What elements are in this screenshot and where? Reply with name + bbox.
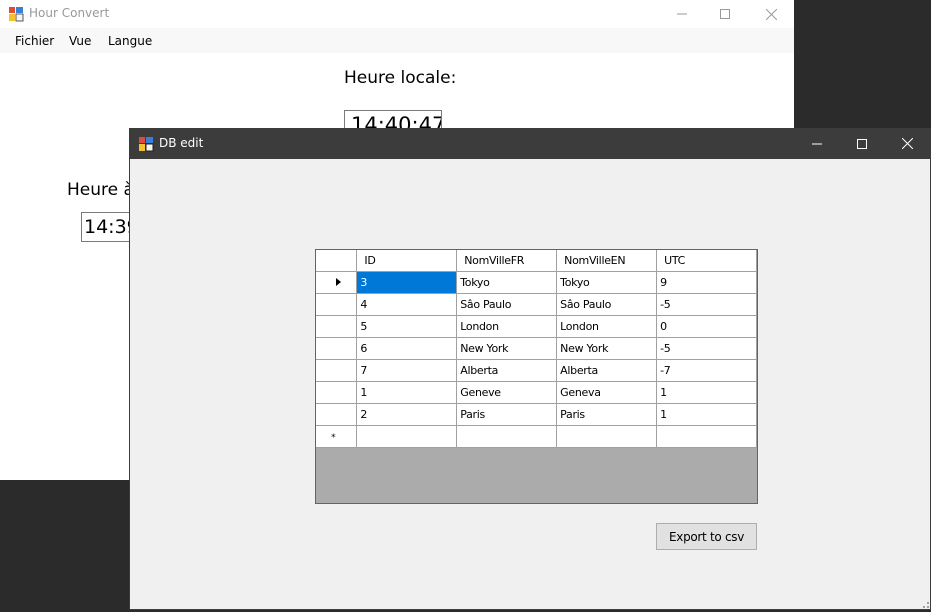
close-button[interactable] xyxy=(884,128,930,159)
column-header-nomvilleen[interactable]: NomVilleEN xyxy=(556,250,658,272)
cell-id[interactable]: 7 xyxy=(356,358,458,382)
cell-id[interactable] xyxy=(356,424,458,448)
export-csv-button[interactable]: Export to csv xyxy=(656,523,757,550)
app-icon xyxy=(9,7,24,22)
hour-convert-titlebar[interactable]: Hour Convert xyxy=(0,0,794,28)
row-header[interactable] xyxy=(316,336,358,360)
data-grid-table: ID NomVilleFR NomVilleEN UTC 3 Tokyo Tok… xyxy=(316,250,757,448)
cell-nomvilleen[interactable]: Sâo Paulo xyxy=(556,292,658,316)
cell-utc[interactable]: 0 xyxy=(656,314,757,338)
data-grid[interactable]: ID NomVilleFR NomVilleEN UTC 3 Tokyo Tok… xyxy=(315,249,758,504)
minimize-icon xyxy=(812,143,822,144)
column-header-nomvillefr[interactable]: NomVilleFR xyxy=(456,250,558,272)
row-header[interactable] xyxy=(316,358,358,382)
close-button[interactable] xyxy=(748,0,794,28)
db-edit-window: DB edit ID NomVilleFR NomVilleEN UTC 3 T… xyxy=(129,128,931,610)
cell-nomvilleen[interactable]: New York xyxy=(556,336,658,360)
row-header[interactable] xyxy=(316,380,358,404)
row-header[interactable] xyxy=(316,270,358,294)
cell-id[interactable]: 2 xyxy=(356,402,458,426)
close-icon xyxy=(765,8,777,20)
cell-nomvillefr[interactable]: Tokyo xyxy=(456,270,558,294)
current-row-icon xyxy=(335,277,341,286)
other-time-label: Heure à xyxy=(67,180,134,200)
cell-id[interactable]: 6 xyxy=(356,336,458,360)
menu-vue[interactable]: Vue xyxy=(69,34,91,48)
table-row[interactable]: 2 Paris Paris 1 xyxy=(316,402,757,426)
column-header-id[interactable]: ID xyxy=(356,250,458,272)
cell-utc[interactable]: -5 xyxy=(656,292,757,316)
cell-utc[interactable] xyxy=(656,424,757,448)
cell-nomvilleen[interactable]: Paris xyxy=(556,402,658,426)
maximize-button[interactable] xyxy=(839,128,885,159)
table-row[interactable]: 7 Alberta Alberta -7 xyxy=(316,358,757,382)
table-row[interactable]: 3 Tokyo Tokyo 9 xyxy=(316,270,757,294)
maximize-button[interactable] xyxy=(702,0,748,28)
cell-nomvillefr[interactable]: Geneve xyxy=(456,380,558,404)
cell-id[interactable]: 1 xyxy=(356,380,458,404)
cell-nomvilleen[interactable]: Geneva xyxy=(556,380,658,404)
cell-nomvilleen[interactable]: Tokyo xyxy=(556,270,658,294)
corner-header[interactable] xyxy=(316,250,358,272)
table-row[interactable]: 4 Sâo Paulo Sâo Paulo -5 xyxy=(316,292,757,316)
column-header-utc[interactable]: UTC xyxy=(656,250,757,272)
close-icon xyxy=(901,138,913,149)
cell-utc[interactable]: 9 xyxy=(656,270,757,294)
cell-nomvillefr[interactable]: Sâo Paulo xyxy=(456,292,558,316)
window-title: DB edit xyxy=(159,136,204,150)
cell-utc[interactable]: 1 xyxy=(656,380,757,404)
cell-nomvilleen[interactable]: Alberta xyxy=(556,358,658,382)
new-row[interactable]: * xyxy=(316,424,757,448)
menu-bar: Fichier Vue Langue xyxy=(0,28,794,53)
window-title: Hour Convert xyxy=(29,6,110,20)
cell-id[interactable]: 5 xyxy=(356,314,458,338)
cell-utc[interactable]: -5 xyxy=(656,336,757,360)
row-header[interactable]: * xyxy=(316,424,358,448)
maximize-icon xyxy=(857,138,867,149)
table-row[interactable]: 1 Geneve Geneva 1 xyxy=(316,380,757,404)
cell-utc[interactable]: -7 xyxy=(656,358,757,382)
cell-nomvillefr[interactable]: Paris xyxy=(456,402,558,426)
cell-nomvillefr[interactable]: London xyxy=(456,314,558,338)
header-row: ID NomVilleFR NomVilleEN UTC xyxy=(316,250,757,272)
local-time-label: Heure locale: xyxy=(344,68,457,88)
cell-nomvillefr[interactable]: Alberta xyxy=(456,358,558,382)
menu-langue[interactable]: Langue xyxy=(108,34,152,48)
minimize-button[interactable] xyxy=(659,0,705,28)
row-header[interactable] xyxy=(316,402,358,426)
table-row[interactable]: 6 New York New York -5 xyxy=(316,336,757,360)
minimize-button[interactable] xyxy=(794,128,840,159)
cell-nomvillefr[interactable] xyxy=(456,424,558,448)
minimize-icon xyxy=(677,13,687,15)
db-edit-titlebar[interactable]: DB edit xyxy=(129,128,931,159)
cell-nomvilleen[interactable] xyxy=(556,424,658,448)
resize-grip-icon[interactable] xyxy=(918,597,930,609)
row-header[interactable] xyxy=(316,314,358,338)
menu-fichier[interactable]: Fichier xyxy=(15,34,54,48)
cell-utc[interactable]: 1 xyxy=(656,402,757,426)
cell-id[interactable]: 3 xyxy=(356,270,458,294)
new-row-icon: * xyxy=(331,432,336,443)
cell-nomvillefr[interactable]: New York xyxy=(456,336,558,360)
app-icon xyxy=(139,137,154,152)
cell-nomvilleen[interactable]: London xyxy=(556,314,658,338)
maximize-icon xyxy=(720,9,730,19)
row-header[interactable] xyxy=(316,292,358,316)
table-row[interactable]: 5 London London 0 xyxy=(316,314,757,338)
cell-id[interactable]: 4 xyxy=(356,292,458,316)
